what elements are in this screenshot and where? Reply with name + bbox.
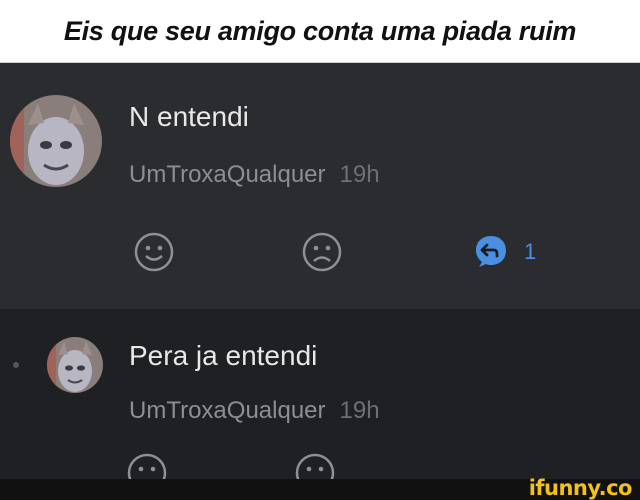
thread-dot — [13, 362, 19, 368]
smile-icon[interactable] — [133, 231, 175, 278]
reply-count[interactable]: 1 — [524, 239, 536, 265]
meme-caption: Eis que seu amigo conta uma piada ruim — [0, 0, 640, 63]
user-avatar[interactable] — [10, 95, 102, 187]
comment-meta: UmTroxaQualquer 19h — [129, 161, 380, 189]
user-avatar[interactable] — [47, 337, 103, 393]
frown-icon[interactable] — [294, 452, 336, 479]
comment-text: N entendi — [129, 101, 249, 132]
smile-icon[interactable] — [126, 452, 168, 479]
reply-icon[interactable] — [473, 233, 509, 274]
comment-time: 19h — [339, 397, 380, 424]
username-link[interactable]: UmTroxaQualquer — [129, 397, 326, 424]
comment-time: 19h — [339, 161, 380, 188]
ifunny-watermark: ifunny.co — [528, 476, 633, 500]
comment-meta: UmTroxaQualquer 19h — [129, 397, 380, 425]
frown-icon[interactable] — [301, 231, 343, 278]
comment-item-1[interactable]: N entendi UmTroxaQualquer 19h 1 — [0, 63, 640, 309]
comment-text: Pera ja entendi — [129, 340, 318, 371]
caption-text: Eis que seu amigo conta uma piada ruim — [63, 15, 577, 46]
watermark-bar: ifunny.co — [0, 476, 640, 500]
username-link[interactable]: UmTroxaQualquer — [129, 161, 326, 188]
comment-item-2[interactable]: Pera ja entendi UmTroxaQualquer 19h — [0, 309, 640, 479]
